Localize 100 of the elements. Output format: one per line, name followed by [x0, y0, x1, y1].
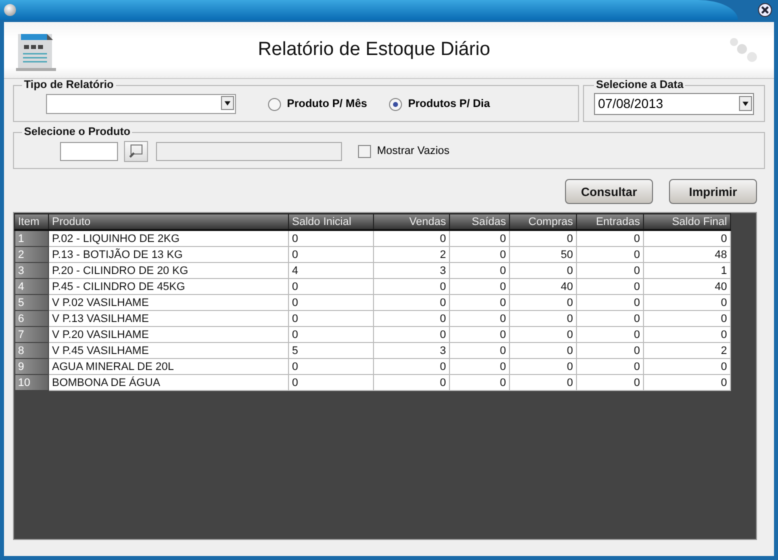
table-cell: 2 [374, 246, 450, 262]
table-cell: 0 [374, 358, 450, 374]
table-cell: P.02 - LIQUINHO DE 2KG [48, 230, 288, 246]
group-label: Tipo de Relatório [23, 79, 115, 91]
product-code-field[interactable] [60, 142, 118, 160]
table-cell: 0 [450, 326, 510, 342]
show-empty-checkbox[interactable]: Mostrar Vazios [358, 144, 450, 158]
table-cell: 0 [576, 310, 644, 326]
table-cell: 0 [576, 326, 644, 342]
table-cell: 0 [288, 326, 374, 342]
row-number: 4 [14, 278, 48, 294]
table-cell: BOMBONA DE ÁGUA [48, 374, 288, 390]
table-cell: 0 [576, 278, 644, 294]
table-cell: 0 [510, 358, 576, 374]
table-cell: 0 [576, 294, 644, 310]
table-cell: 0 [644, 374, 730, 390]
column-header[interactable]: Entradas [576, 214, 644, 230]
table-cell: 0 [510, 342, 576, 358]
group-label: Selecione o Produto [23, 126, 132, 138]
row-number: 10 [14, 374, 48, 390]
table-cell: P.20 - CILINDRO DE 20 KG [48, 262, 288, 278]
table-cell: V P.45 VASILHAME [48, 342, 288, 358]
column-header[interactable]: Compras [510, 214, 576, 230]
table-cell: 0 [374, 294, 450, 310]
table-cell: 0 [450, 342, 510, 358]
table-cell: 5 [288, 342, 374, 358]
row-number: 1 [14, 230, 48, 246]
radio-icon[interactable] [389, 98, 402, 110]
table-cell: 0 [374, 310, 450, 326]
column-header[interactable]: Vendas [374, 214, 450, 230]
column-header[interactable]: Produto [48, 214, 288, 230]
table-cell: 0 [288, 294, 374, 310]
table-cell: 0 [288, 278, 374, 294]
table-cell: 3 [374, 262, 450, 278]
table-cell: 50 [510, 246, 576, 262]
table-cell: 0 [510, 310, 576, 326]
table-cell: 0 [374, 230, 450, 246]
caret-icon[interactable] [739, 96, 752, 111]
table-cell: 0 [576, 342, 644, 358]
table-cell: 0 [510, 326, 576, 342]
caret-icon[interactable] [221, 96, 234, 110]
table-cell: 0 [510, 294, 576, 310]
table-cell: 0 [510, 374, 576, 390]
table-cell: 40 [644, 278, 730, 294]
table-cell: 0 [450, 246, 510, 262]
radio-option[interactable]: Produto P/ Mês [268, 98, 368, 110]
table-cell: 0 [288, 230, 374, 246]
table-cell: 4 [288, 262, 374, 278]
radio-icon[interactable] [268, 98, 281, 110]
dots-icon [728, 37, 758, 63]
table-cell: 0 [644, 358, 730, 374]
table-cell: 0 [576, 262, 644, 278]
table-cell: 0 [644, 326, 730, 342]
table-cell: 0 [288, 310, 374, 326]
row-number: 3 [14, 262, 48, 278]
column-header[interactable]: Item [14, 214, 48, 230]
table-cell: 0 [576, 358, 644, 374]
table-cell: 0 [288, 374, 374, 390]
radio-option[interactable]: Produtos P/ Dia [389, 98, 490, 110]
table-cell: 40 [510, 278, 576, 294]
table-cell: 0 [450, 294, 510, 310]
table-cell: 0 [450, 374, 510, 390]
column-header[interactable]: Saldo Final [644, 214, 730, 230]
table-cell: 0 [450, 230, 510, 246]
checkbox-icon[interactable] [358, 144, 371, 158]
table-cell: 0 [576, 374, 644, 390]
table-cell: 0 [374, 326, 450, 342]
table-cell: 0 [510, 230, 576, 246]
window-menu-icon[interactable] [4, 4, 16, 16]
group-label: Selecione a Data [595, 79, 684, 91]
row-number: 8 [14, 342, 48, 358]
close-icon[interactable] [758, 3, 772, 17]
table-cell: AGUA MINERAL DE 20L [48, 358, 288, 374]
table-cell: 0 [644, 310, 730, 326]
table-cell: 0 [510, 262, 576, 278]
table-cell: 0 [576, 246, 644, 262]
column-header[interactable]: Saídas [450, 214, 510, 230]
row-number: 9 [14, 358, 48, 374]
date-dropdown[interactable]: 07/08/2013 [594, 93, 754, 115]
table-cell: V P.02 VASILHAME [48, 294, 288, 310]
table-cell: V P.20 VASILHAME [48, 326, 288, 342]
table-cell: 0 [450, 310, 510, 326]
row-number: 2 [14, 246, 48, 262]
table-cell: V P.13 VASILHAME [48, 310, 288, 326]
table-cell: 0 [644, 230, 730, 246]
search-icon[interactable] [128, 143, 144, 159]
table-cell: 0 [644, 294, 730, 310]
window-title: Relatório de Estoque Diário [256, 39, 492, 61]
row-number: 7 [14, 326, 48, 342]
table-cell: P.45 - CILINDRO DE 45KG [48, 278, 288, 294]
table-cell: P.13 - BOTIJÃO DE 13 KG [48, 246, 288, 262]
table-cell: 2 [644, 342, 730, 358]
action-button[interactable]: Consultar [565, 179, 653, 204]
table-cell: 0 [450, 262, 510, 278]
column-header[interactable]: Saldo Inicial [288, 214, 374, 230]
search-button[interactable] [124, 140, 148, 162]
row-number: 5 [14, 294, 48, 310]
action-button[interactable]: Imprimir [669, 179, 757, 204]
table-cell: 0 [288, 246, 374, 262]
table-cell: 1 [644, 262, 730, 278]
